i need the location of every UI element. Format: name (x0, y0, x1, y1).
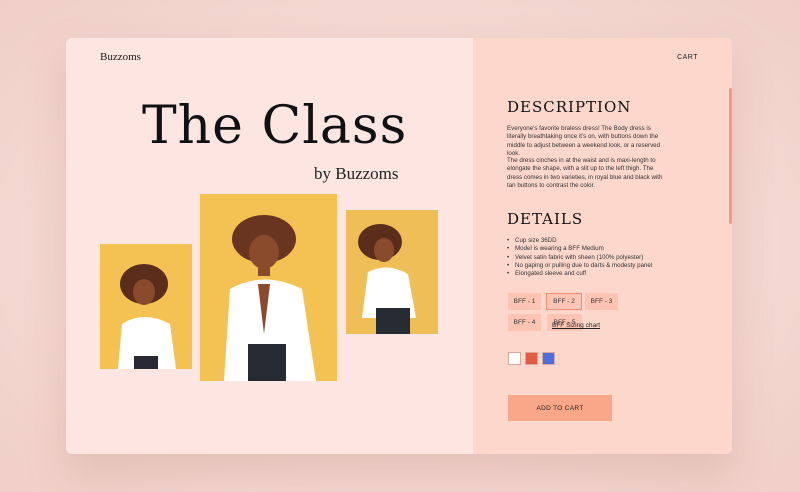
details-item: Elongated sleeve and cuff (507, 270, 687, 278)
color-swatch-white[interactable] (508, 352, 521, 365)
brand-logo[interactable]: Buzzoms (100, 51, 141, 63)
cart-link[interactable]: CART (677, 54, 698, 61)
details-item: Velvet satin fabric with sheen (100% pol… (507, 254, 687, 262)
size-option-bff-2[interactable]: BFF - 2 (546, 293, 582, 310)
model-photo-illustration (200, 194, 337, 381)
hero-title: The Class (142, 96, 408, 156)
details-title: DETAILS (507, 210, 584, 228)
hero-subtitle: by Buzzoms (314, 164, 399, 183)
details-item: Model is wearing a BFF Medium (507, 245, 687, 253)
scrollbar-thumb[interactable] (729, 88, 732, 224)
product-photo-3[interactable] (346, 210, 438, 334)
description-paragraph-2: The dress cinches in at the waist and is… (507, 157, 663, 190)
model-photo-illustration (346, 210, 438, 334)
details-panel: CART DESCRIPTION Everyone's favorite bra… (473, 38, 732, 454)
add-to-cart-button[interactable]: ADD TO CART (508, 395, 612, 421)
description-paragraph-1: Everyone's favorite braless dress! The B… (507, 125, 661, 158)
color-swatch-red[interactable] (525, 352, 538, 365)
product-photo-1[interactable] (100, 244, 192, 369)
details-item: No gaping or pulling due to darts & mode… (507, 262, 687, 270)
sizing-chart-link[interactable]: BFF Sizing chart (552, 322, 600, 329)
product-card: Buzzoms The Class by Buzzoms CART DESCRI… (66, 38, 732, 454)
details-list: Cup size 36DD Model is wearing a BFF Med… (507, 237, 687, 279)
description-title: DESCRIPTION (507, 98, 632, 116)
model-photo-illustration (100, 244, 192, 369)
color-swatch-blue[interactable] (542, 352, 555, 365)
size-option-bff-3[interactable]: BFF - 3 (585, 293, 618, 310)
size-option-bff-1[interactable]: BFF - 1 (508, 293, 541, 310)
size-option-bff-4[interactable]: BFF - 4 (508, 314, 541, 331)
product-photo-2[interactable] (200, 194, 337, 381)
hero-panel: Buzzoms The Class by Buzzoms (66, 38, 473, 454)
details-item: Cup size 36DD (507, 237, 687, 245)
